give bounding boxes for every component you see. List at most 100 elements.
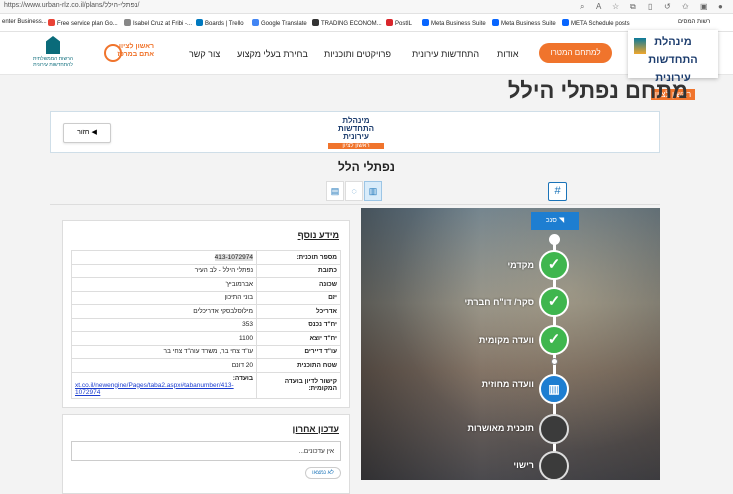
row-value: אברמוביץ' bbox=[71, 277, 257, 292]
nav-urban-renewal[interactable]: התחדשות עירונית bbox=[412, 49, 479, 59]
collections-icon[interactable]: ▣ bbox=[700, 2, 708, 11]
link-label: בועדה: bbox=[232, 374, 253, 382]
row-value: 353 bbox=[71, 317, 257, 332]
rishon-logo-icon bbox=[104, 44, 122, 62]
step-licensing[interactable] bbox=[539, 451, 569, 480]
row-value: 20 דונם bbox=[71, 358, 257, 373]
bookmark-item[interactable]: Boards | Trello bbox=[196, 19, 244, 27]
bookmark-item[interactable]: enter Business... bbox=[2, 19, 47, 25]
timeline-marker bbox=[551, 358, 558, 365]
filter-label: סנכ bbox=[545, 217, 557, 224]
bookmark-favicon-icon bbox=[312, 19, 319, 26]
authority-logo-line2: להתחדשות עירונית bbox=[33, 62, 73, 68]
committee-link[interactable]: xt.co.il/newengine/Pages/taba2.aspx#taba… bbox=[75, 382, 253, 396]
nav-professionals[interactable]: בחירת בעלי מקצוע bbox=[237, 49, 308, 59]
step-label: תוכנית מאושרות bbox=[467, 423, 534, 433]
hero-banner: ◀ חזור מינהלת התחדשות עירונית ראשון לציו… bbox=[50, 111, 660, 153]
bookmark-item[interactable]: PostIL bbox=[386, 19, 412, 27]
bookmark-item[interactable]: רשות המסים bbox=[678, 19, 710, 25]
step-social-survey[interactable]: ✓ bbox=[539, 287, 569, 317]
history-icon[interactable]: ↺ bbox=[664, 2, 671, 11]
table-row: כתובת נפתלי הילל - לב העיר bbox=[71, 263, 341, 278]
row-key: קישור לדיון בועדה המקומית: bbox=[256, 371, 341, 399]
document-icon[interactable]: ▤ bbox=[326, 181, 344, 201]
browser-address-bar: https://www.urban-rlz.co.il/plans/נפתלי-… bbox=[0, 0, 733, 14]
row-value: בועדה: xt.co.il/newengine/Pages/taba2.as… bbox=[71, 371, 257, 399]
row-value: מילוסלבסקי אדריכלים bbox=[71, 304, 257, 319]
step-approved-plan[interactable] bbox=[539, 414, 569, 444]
extensions-icon[interactable]: ⧉ bbox=[630, 2, 636, 12]
step-preliminary[interactable]: ✓ bbox=[539, 250, 569, 280]
read-aloud-icon[interactable]: A bbox=[596, 2, 601, 11]
meta-icon bbox=[562, 19, 569, 26]
row-value: בוני התיכון bbox=[71, 290, 257, 305]
step-local-committee[interactable]: ✓ bbox=[539, 325, 569, 355]
last-update-title: עדכון אחרון bbox=[292, 424, 339, 434]
row-key: שטח התוכנית bbox=[256, 358, 341, 373]
url-field[interactable]: https://www.urban-rlz.co.il/plans/נפתלי-… bbox=[4, 2, 139, 9]
profile-icon[interactable]: ● bbox=[718, 2, 723, 11]
check-icon: ✓ bbox=[547, 256, 561, 273]
row-key: יח"ד יוצא bbox=[256, 331, 341, 346]
favorite-star-icon[interactable]: ☆ bbox=[612, 2, 619, 11]
info-panel: מידע נוסף מספר תוכנית: 413-1072974 כתובת נ… bbox=[50, 208, 361, 494]
site-logo[interactable]: מינהלת התחדשות עירונית ראשון לציון bbox=[628, 30, 718, 100]
arrow-left-icon: ◀ bbox=[89, 129, 97, 136]
table-row: יזם בוני התיכון bbox=[71, 290, 341, 305]
meta-icon bbox=[492, 19, 499, 26]
last-update-card: עדכון אחרון אין עדכונים... לא נמצאו bbox=[62, 414, 350, 494]
bookmarks-bar: enter Business... Free service plan Go..… bbox=[0, 14, 733, 32]
row-value: 1100 bbox=[71, 331, 257, 346]
logo-graphic-icon bbox=[634, 38, 646, 54]
row-key: יח"ד נכנס bbox=[256, 317, 341, 332]
nav-contact[interactable]: צור קשר bbox=[189, 49, 220, 59]
government-authority-logo[interactable]: הרשות הממשלתית להתחדשות עירונית bbox=[28, 36, 78, 71]
view-toggle-group: ▤ ◌ ▥ bbox=[326, 181, 382, 201]
train-icon: ▥ bbox=[548, 382, 560, 396]
info-table: מספר תוכנית: 413-1072974 כתובת נפתלי הילל … bbox=[71, 250, 341, 399]
step-label: רישוי bbox=[513, 460, 534, 470]
translate-icon bbox=[252, 19, 259, 26]
row-value: נפתלי הילל - לב העיר bbox=[71, 263, 257, 278]
plan-number: 413-1072974 bbox=[214, 253, 253, 261]
more-button[interactable]: לא נמצאו bbox=[305, 467, 341, 479]
project-name: נפתלי הלל bbox=[338, 160, 395, 174]
back-button[interactable]: ◀ חזור bbox=[63, 123, 111, 143]
step-district-committee[interactable]: ▥ bbox=[539, 374, 569, 404]
row-value: עו"ד צחי בר, משרד עוה"ד צחי בר bbox=[71, 344, 257, 359]
bookmark-item[interactable]: Google Translate bbox=[252, 19, 307, 27]
table-row: יח"ד יוצא 1100 bbox=[71, 331, 341, 346]
hero-logo: מינהלת התחדשות עירונית ראשון לציון bbox=[328, 117, 384, 149]
update-text: אין עדכונים... bbox=[71, 441, 341, 461]
train-icon[interactable]: ▥ bbox=[364, 181, 382, 201]
filter-button[interactable]: ◥ סנכ bbox=[531, 212, 579, 230]
favorites-icon[interactable]: ✩ bbox=[682, 2, 689, 11]
table-row: עו"ד דיירים עו"ד צחי בר, משרד עוה"ד צחי ב… bbox=[71, 344, 341, 359]
page-title: מתחם נפתלי הילל bbox=[507, 78, 688, 103]
zoom-icon[interactable]: ⌕ bbox=[580, 2, 584, 12]
bookmark-item[interactable]: Meta Business Suite bbox=[492, 19, 556, 27]
row-key: יזם bbox=[256, 290, 341, 305]
bookmark-favicon-icon bbox=[386, 19, 393, 26]
table-row: שטח התוכנית 20 דונם bbox=[71, 358, 341, 373]
table-row: שכונה אברמוביץ' bbox=[71, 277, 341, 292]
additional-info-title: מידע נוסף bbox=[297, 230, 339, 240]
split-screen-icon[interactable]: ▯ bbox=[648, 2, 652, 11]
step-label: וועדה מחוזית bbox=[481, 379, 534, 389]
bookmark-item[interactable]: Meta Business Suite bbox=[422, 19, 486, 27]
metro-cta-button[interactable]: למתחם המטרו bbox=[539, 43, 612, 63]
table-row: יח"ד נכנס 353 bbox=[71, 317, 341, 332]
hash-button[interactable]: # bbox=[548, 182, 567, 201]
bookmark-item[interactable]: META Schedule posts bbox=[562, 19, 630, 27]
nav-about[interactable]: אודות bbox=[497, 49, 519, 59]
hero-logo-city: ראשון לציון bbox=[328, 143, 384, 149]
bookmark-favicon-icon bbox=[124, 19, 131, 26]
nav-projects[interactable]: פרויקטים ותוכניות bbox=[324, 49, 391, 59]
bookmark-item[interactable]: TRADING ECONOM... bbox=[312, 19, 382, 27]
table-row: קישור לדיון בועדה המקומית: בועדה: xt.co.… bbox=[71, 371, 341, 399]
rishon-lezion-logo[interactable]: ראשון לציון אתם במרכז bbox=[104, 43, 154, 65]
bookmark-item[interactable]: Free service plan Go... bbox=[48, 19, 118, 27]
bookmark-item[interactable]: Isabel Cruz at Fribi -... bbox=[124, 19, 192, 27]
chat-icon[interactable]: ◌ bbox=[345, 181, 363, 201]
check-icon: ✓ bbox=[547, 293, 561, 310]
